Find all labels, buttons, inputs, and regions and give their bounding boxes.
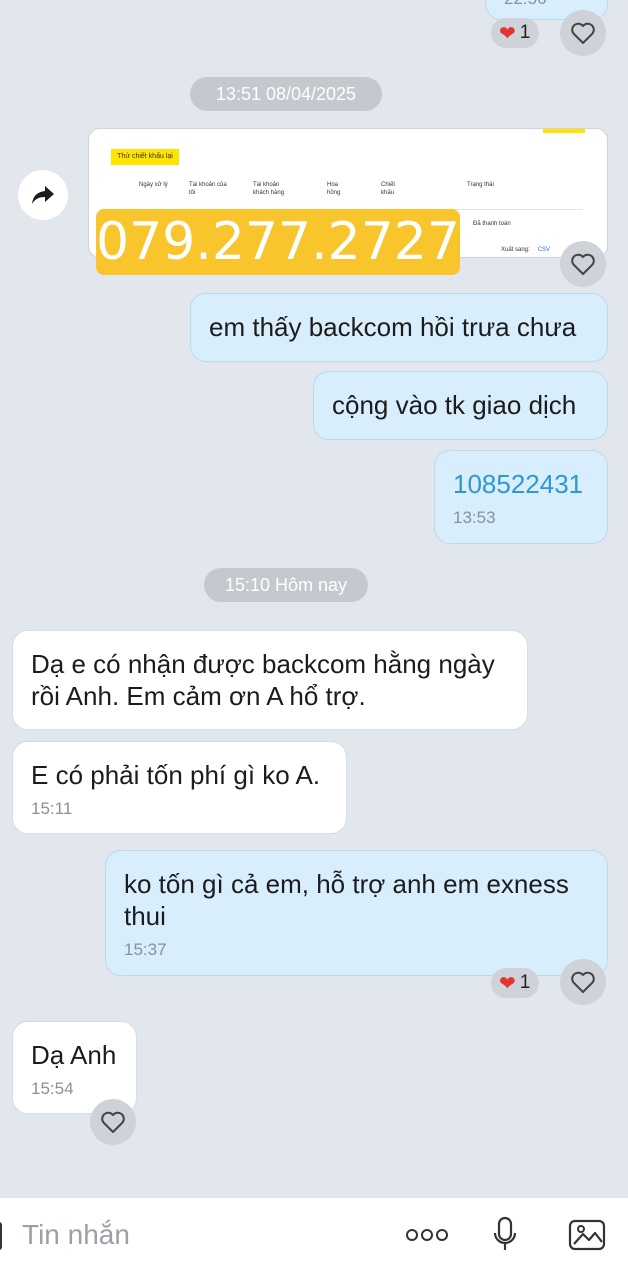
heart-outline-icon [571, 22, 595, 44]
message-bubble-incoming[interactable]: E có phải tốn phí gì ko A. 15:11 [12, 741, 347, 834]
message-bubble-outgoing[interactable]: 108522431 13:53 [434, 450, 608, 544]
react-button[interactable] [90, 1099, 136, 1145]
sticker-button-edge[interactable] [0, 1222, 2, 1250]
message-bubble-outgoing[interactable]: em thấy backcom hồi trưa chưa [190, 293, 608, 362]
react-button[interactable] [560, 241, 606, 287]
forward-icon [32, 186, 54, 204]
image-col-1: Ngày xử lý [139, 182, 168, 188]
message-time: 15:37 [124, 940, 167, 959]
image-export-format: CSV [537, 247, 551, 253]
image-icon[interactable] [566, 1214, 610, 1256]
heart-icon: ❤ [499, 972, 516, 995]
image-col-2: Tài khoản của tôi [189, 182, 227, 196]
react-button[interactable] [560, 10, 606, 56]
image-col-4: Hoa hồng [327, 182, 341, 196]
message-input-bar: Tin nhắn [0, 1198, 628, 1280]
message-bubble-incoming[interactable]: Dạ e có nhận được backcom hằng ngày rồi … [12, 630, 528, 730]
heart-outline-icon [571, 971, 595, 993]
react-button[interactable] [560, 959, 606, 1005]
heart-outline-icon [571, 253, 595, 275]
message-link-number[interactable]: 108522431 [453, 468, 607, 500]
image-status: Đã thanh toán [473, 221, 511, 227]
date-separator: 15:10 Hôm nay [204, 568, 368, 602]
chat-area[interactable]: 22:56 ❤ 1 13:51 08/04/2025 Thử chiết khấ… [0, 0, 628, 1198]
message-text: em thấy backcom hồi trưa chưa [209, 312, 577, 342]
reaction-count-badge[interactable]: ❤ 1 [491, 18, 540, 48]
heart-icon: ❤ [499, 22, 516, 45]
microphone-icon[interactable] [488, 1214, 522, 1256]
image-export-label: Xuất sang: [501, 247, 530, 253]
message-time: 15:54 [31, 1079, 74, 1098]
message-text: ko tốn gì cả em, hỗ trợ anh em exness th… [124, 869, 569, 931]
message-time: 15:11 [31, 799, 73, 818]
message-text: E có phải tốn phí gì ko A. [31, 760, 321, 790]
message-input[interactable]: Tin nhắn [22, 1218, 130, 1252]
message-time: 22:56 [504, 0, 547, 9]
forward-button[interactable] [18, 170, 68, 220]
message-bubble-outgoing[interactable]: cộng vào tk giao dịch [313, 371, 608, 440]
message-text: cộng vào tk giao dịch [332, 390, 577, 420]
date-separator: 13:51 08/04/2025 [190, 77, 382, 111]
image-col-5: Chiết khấu [381, 182, 396, 196]
more-dots-icon[interactable] [404, 1214, 450, 1256]
message-text: Dạ Anh [31, 1040, 117, 1070]
reaction-count: 1 [519, 972, 531, 993]
message-time: 13:53 [453, 508, 496, 527]
reaction-count: 1 [519, 22, 531, 43]
image-col-6: Trạng thái [467, 182, 494, 188]
phone-number-overlay: 079.277.2727 [96, 209, 460, 275]
image-accent-bar [543, 129, 585, 133]
reaction-count-badge[interactable]: ❤ 1 [491, 968, 540, 998]
message-bubble-outgoing[interactable]: ko tốn gì cả em, hỗ trợ anh em exness th… [105, 850, 608, 976]
heart-outline-icon [101, 1111, 125, 1133]
image-tab-label: Thử chiết khấu lại [111, 149, 179, 165]
message-text: Dạ e có nhận được backcom hằng ngày rồi … [31, 649, 495, 711]
image-export: Xuất sang: CSV [501, 247, 550, 253]
image-col-3: Tài khoản khách hàng [253, 182, 285, 196]
